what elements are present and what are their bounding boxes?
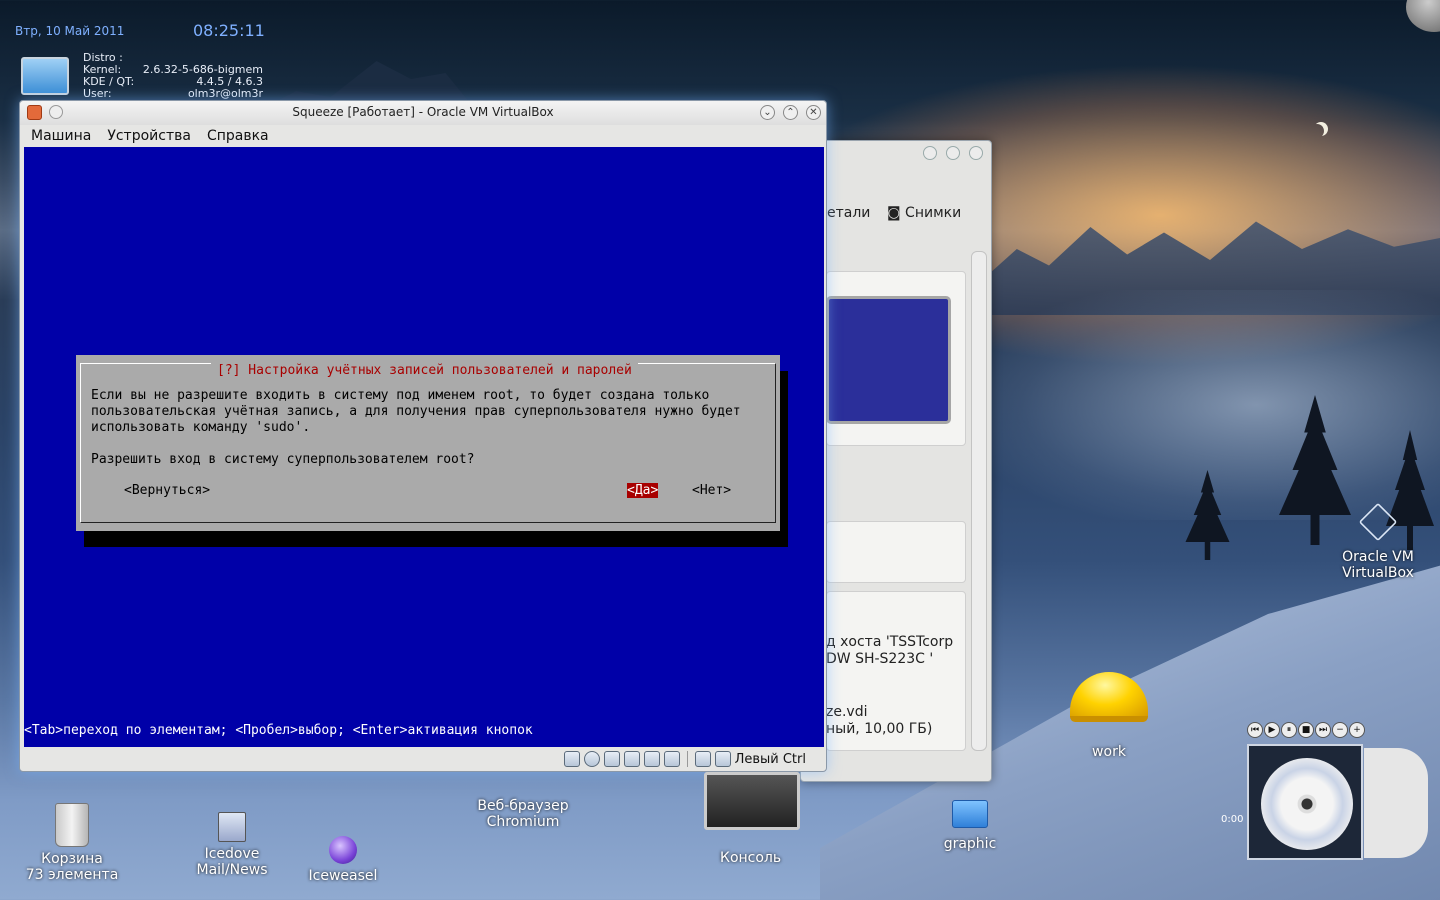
virtualbox-manager-window[interactable]: етали ◙ Снимки д хоста 'TSSTcorp DW SH-S… [800,140,992,782]
date-display: Втр, 10 Май 2011 [15,24,125,38]
terminal-icon[interactable] [704,772,800,830]
play-icon[interactable]: ▶ [1264,722,1280,738]
capture-icon[interactable] [663,751,680,767]
trash-label: Корзина [41,851,103,867]
detail-text: д хоста 'TSSTcorp [826,634,954,650]
desktop-icon-virtualbox[interactable]: Oracle VM VirtualBox [1330,502,1426,581]
desktop-icon-icedove[interactable]: Icedove Mail/News [186,812,278,878]
menu-help[interactable]: Справка [207,128,269,144]
helmet-icon [1070,672,1148,722]
installer-dialog: [?] Настройка учётных записей пользовате… [76,355,780,531]
no-button[interactable]: <Нет> [692,483,731,498]
console-label[interactable]: Консоль [720,850,781,866]
moon-icon [1310,124,1324,138]
desktop-icon-chromium[interactable]: Веб-браузер Chromium [466,798,580,830]
sysinfo-label: User: [83,87,112,100]
vm-window[interactable]: Squeeze [Работает] - Oracle VM VirtualBo… [19,100,827,772]
corner-widget[interactable] [1406,0,1440,32]
shared-folder-icon[interactable] [643,751,660,767]
optical-drive-icon[interactable] [583,751,600,767]
desktop-icon-graphic[interactable]: graphic [930,800,1010,852]
pause-icon[interactable]: ⏸ [1281,722,1297,738]
browser-icon [329,836,357,864]
virtualbox-label-line2: VirtualBox [1342,565,1414,581]
work-label: work [1092,744,1126,760]
back-button[interactable]: <Вернуться> [124,483,210,498]
dialog-title: [?] Настройка учётных записей пользовате… [211,363,638,378]
folder-icon [952,800,988,828]
menu-machine[interactable]: Машина [31,128,91,144]
previous-icon[interactable]: ⏮ [1247,722,1263,738]
volume-up-icon[interactable]: + [1349,722,1365,738]
maximize-button[interactable]: ⌃ [783,105,798,120]
playback-time: 0:00 [1221,814,1244,825]
graphic-label: graphic [943,836,997,852]
tab-details[interactable]: етали [821,203,876,227]
detail-text: ze.vdi [826,704,868,720]
menu-bar: Машина Устройства Справка [20,125,826,147]
virtualbox-cube-icon [1358,502,1398,542]
desktop-icon-iceweasel[interactable]: Iceweasel [300,836,386,884]
close-button[interactable] [969,146,983,160]
next-icon[interactable]: ⏭ [1315,722,1331,738]
sysinfo-value: olm3r@olm3r [187,87,263,100]
clock-display: 08:25:11 [193,21,265,40]
desktop-icon-trash[interactable]: Корзина 73 элемента [18,803,126,883]
preview-screen [826,296,951,424]
vm-screen[interactable]: [?] Настройка учётных записей пользовате… [24,147,824,747]
detail-text: ный, 10,00 ГБ) [826,721,933,737]
tab-snapshots-label: Снимки [905,205,962,221]
virtualbox-label-line1: Oracle VM [1342,549,1414,565]
amarok-controls: ⏮ ▶ ⏸ ■ ⏭ − + [1247,722,1365,738]
camera-icon: ◙ [887,205,906,221]
usb-icon[interactable] [603,751,620,767]
vinyl-record [1364,748,1428,858]
maximize-button[interactable] [946,146,960,160]
keyboard-capture-icon[interactable] [714,751,731,767]
status-bar: Левый Ctrl [20,747,826,771]
detail-text: DW SH-S223C ' [826,651,934,667]
close-button[interactable]: ✕ [806,105,821,120]
trash-icon [55,803,89,847]
cd-icon [1261,758,1353,850]
icedove-label-line2: Mail/News [196,862,268,878]
volume-down-icon[interactable]: − [1332,722,1348,738]
scrollbar[interactable] [971,251,987,751]
system-info: Distro : Kernel: 2.6.32-5-686-bigmem KDE … [83,52,263,100]
tab-snapshots[interactable]: ◙ Снимки [881,203,967,227]
mouse-integration-icon[interactable] [694,751,711,767]
hard-disk-icon[interactable] [563,751,580,767]
icedove-label-line1: Icedove [204,846,260,862]
separator [686,751,688,767]
desktop-icon-work[interactable]: work [1066,672,1152,760]
keyboard-help-line: <Tab>переход по элементам; <Пробел>выбор… [24,723,533,738]
iceweasel-label: Iceweasel [308,868,378,884]
album-cover[interactable] [1247,744,1363,860]
yes-button[interactable]: <Да> [627,483,659,498]
minimize-button[interactable]: ⌄ [760,105,775,120]
network-icon[interactable] [623,751,640,767]
menu-devices[interactable]: Устройства [107,128,191,144]
monitor-icon [21,57,69,95]
dialog-message: Если вы не разрешите входить в систему п… [91,388,741,467]
minimize-button[interactable] [923,146,937,160]
window-title: Squeeze [Работает] - Oracle VM VirtualBo… [292,105,554,119]
chromium-label-line2: Chromium [486,814,560,830]
mail-icon [218,812,246,842]
stop-icon[interactable]: ■ [1298,722,1314,738]
chromium-label-line1: Веб-браузер [477,798,569,814]
details-panel [826,521,966,583]
host-key-label: Левый Ctrl [734,751,806,767]
trash-count: 73 элемента [25,867,119,883]
title-bar[interactable]: Squeeze [Работает] - Oracle VM VirtualBo… [20,101,826,125]
